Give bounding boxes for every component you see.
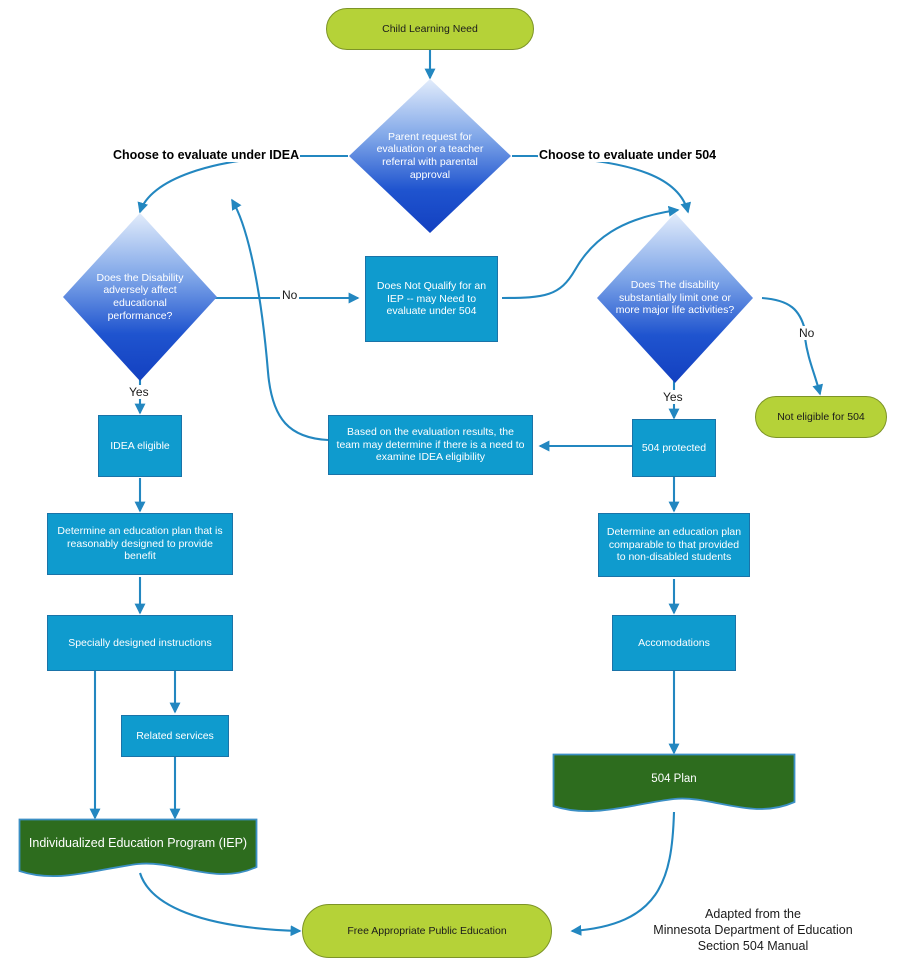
edge-label-choose-idea: Choose to evaluate under IDEA: [112, 148, 301, 162]
edge-label-no-idea: No: [280, 288, 300, 302]
node-start-label: Child Learning Need: [382, 22, 478, 35]
node-accommodations-label: Accomodations: [638, 636, 710, 649]
node-determine-plan-504[interactable]: Determine an education plan comparable t…: [598, 513, 750, 577]
node-parent-request-decision[interactable]: Parent request for evaluation or a teach…: [348, 78, 512, 234]
source-credit-line1: Adapted from the: [705, 907, 801, 921]
node-accommodations[interactable]: Accomodations: [612, 615, 736, 671]
node-not-eligible-504[interactable]: Not eligible for 504: [755, 396, 887, 438]
node-idea-disability-decision[interactable]: Does the Disability adversely affect edu…: [62, 212, 218, 382]
node-504-protected[interactable]: 504 protected: [632, 419, 716, 477]
node-specially-designed-instructions-label: Specially designed instructions: [68, 636, 212, 649]
node-not-qualify-iep-label: Does Not Qualify for an IEP -- may Need …: [376, 279, 487, 318]
node-504-plan-document-label: 504 Plan: [651, 772, 697, 785]
node-determine-plan-idea[interactable]: Determine an education plan that is reas…: [47, 513, 233, 575]
node-504-life-activities-decision[interactable]: Does The disability substantially limit …: [596, 212, 754, 384]
source-credit: Adapted from the Minnesota Department of…: [624, 906, 882, 954]
node-idea-disability-label: Does the Disability adversely affect edu…: [96, 271, 184, 322]
source-credit-line3: Section 504 Manual: [697, 939, 809, 953]
node-fape-label: Free Appropriate Public Education: [347, 924, 507, 937]
flowchart-canvas: Child Learning Need Parent request for e…: [0, 0, 900, 979]
edge-label-choose-504: Choose to evaluate under 504: [538, 148, 718, 162]
node-idea-eligible[interactable]: IDEA eligible: [98, 415, 182, 477]
node-specially-designed-instructions[interactable]: Specially designed instructions: [47, 615, 233, 671]
node-iep-document-label: Individualized Education Program (IEP): [28, 836, 248, 851]
node-504-life-activities-label: Does The disability substantially limit …: [615, 279, 735, 317]
edge-label-no-504: No: [797, 326, 817, 340]
edge-label-yes-idea: Yes: [127, 385, 151, 399]
node-determine-plan-idea-label: Determine an education plan that is reas…: [57, 524, 223, 563]
node-evaluation-results[interactable]: Based on the evaluation results, the tea…: [328, 415, 533, 475]
node-determine-plan-504-label: Determine an education plan comparable t…: [606, 525, 742, 564]
node-parent-request-label: Parent request for evaluation or a teach…: [376, 130, 484, 181]
node-iep-document[interactable]: Individualized Education Program (IEP): [18, 818, 258, 880]
edge-label-yes-504: Yes: [661, 390, 685, 404]
node-start[interactable]: Child Learning Need: [326, 8, 534, 50]
node-evaluation-results-label: Based on the evaluation results, the tea…: [336, 425, 525, 464]
node-not-eligible-504-label: Not eligible for 504: [777, 410, 865, 423]
source-credit-line2: Minnesota Department of Education: [653, 923, 853, 937]
node-not-qualify-iep[interactable]: Does Not Qualify for an IEP -- may Need …: [365, 256, 498, 342]
node-idea-eligible-label: IDEA eligible: [110, 439, 170, 452]
node-related-services-label: Related services: [136, 729, 214, 742]
node-504-protected-label: 504 protected: [641, 441, 707, 454]
node-related-services[interactable]: Related services: [121, 715, 229, 757]
node-fape[interactable]: Free Appropriate Public Education: [302, 904, 552, 958]
node-504-plan-document[interactable]: 504 Plan: [552, 753, 796, 815]
